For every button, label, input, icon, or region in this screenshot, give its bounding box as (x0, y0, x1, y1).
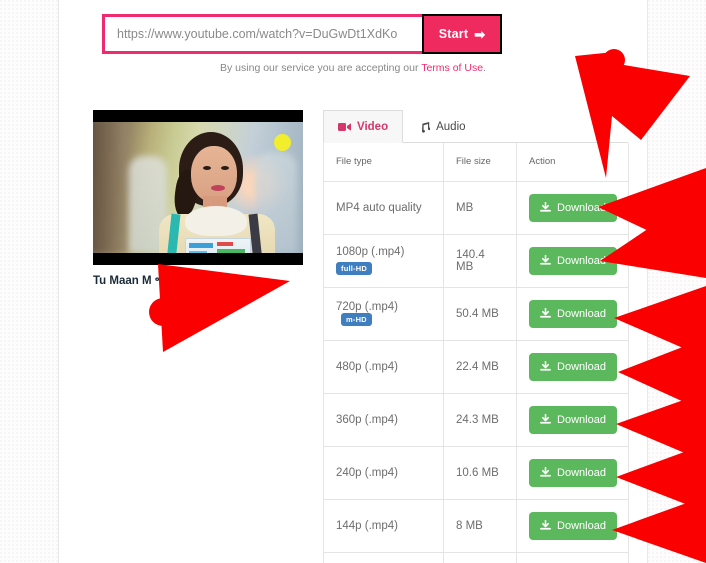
cell-file-size: 140.4 MB (443, 234, 517, 288)
table-row: 240p (.mp4) 10.6 MB Download (323, 446, 629, 500)
cell-file-size (443, 552, 517, 563)
cell-file-size: 50.4 MB (443, 287, 517, 341)
tab-video-label: Video (357, 120, 389, 133)
file-type-label: 360p (.mp4) (336, 413, 399, 426)
terms-notice: By using our service you are accepting o… (0, 62, 706, 74)
cell-action: Download (516, 181, 629, 235)
cell-file-type: 480p (.mp4) (323, 340, 444, 394)
downloads-table: File type File size Action MP4 auto qual… (323, 143, 629, 563)
download-button-label: Download (557, 307, 606, 320)
terms-prefix: By using our service you are accepting o… (220, 62, 422, 74)
download-button[interactable]: Download (529, 193, 617, 222)
url-form: Start ➡ (102, 14, 502, 54)
downloads-table-body: MP4 auto quality MB Download 1080p (.mp4… (323, 181, 629, 563)
file-type-label: 480p (.mp4) (336, 360, 399, 373)
download-panel: Video Audio File type File size Action M… (323, 110, 629, 563)
cell-action: Download (516, 393, 629, 447)
header-file-size: File size (443, 143, 517, 182)
table-row: 360p (.mp4) 24.3 MB Download (323, 393, 629, 447)
cell-file-type: 240p (.mp4) (323, 446, 444, 500)
cell-file-size: 10.6 MB (443, 446, 517, 500)
video-thumbnail[interactable] (93, 110, 303, 265)
file-type-label: 240p (.mp4) (336, 466, 399, 479)
quality-badge: m-HD (341, 313, 372, 326)
video-info-column: Tu Maan M ॰| Khairul & M (93, 110, 303, 289)
tab-audio-label: Audio (436, 121, 466, 133)
header-file-type: File type (323, 143, 444, 182)
video-url-input[interactable] (102, 14, 422, 54)
cell-action: Download (516, 340, 629, 394)
download-button-label: Download (557, 413, 606, 426)
download-button[interactable]: Download (529, 458, 617, 487)
table-row: 720p (.mp4)m-HD 50.4 MB Download (323, 287, 629, 341)
download-button[interactable]: Download (529, 405, 617, 434)
table-header-row: File type File size Action (323, 143, 629, 182)
terms-suffix: . (483, 62, 486, 74)
file-type-label: 1080p (.mp4) (336, 246, 405, 258)
cell-file-type: 1080p (.mp4) full-HD (323, 234, 444, 288)
download-button-label: Download (557, 519, 606, 532)
table-row (323, 552, 629, 563)
download-button-label: Download (557, 360, 606, 373)
file-type-label: 144p (.mp4) (336, 519, 399, 532)
terms-of-use-link[interactable]: Terms of Use (421, 62, 483, 74)
download-button-label: Download (557, 201, 606, 214)
file-type-label: MP4 auto quality (336, 201, 422, 214)
table-row: 480p (.mp4) 22.4 MB Download (323, 340, 629, 394)
cell-file-type (323, 552, 444, 563)
cell-file-type: 360p (.mp4) (323, 393, 444, 447)
right-arrow-icon: ➡ (474, 26, 486, 42)
cell-action (516, 552, 629, 563)
cell-action: Download (516, 234, 629, 288)
table-row: 1080p (.mp4) full-HD 140.4 MB Download (323, 234, 629, 288)
cell-action: Download (516, 446, 629, 500)
cell-file-size: 22.4 MB (443, 340, 517, 394)
header-action: Action (516, 143, 629, 182)
tab-audio[interactable]: Audio (403, 110, 480, 143)
thumbnail-image (93, 122, 303, 253)
media-type-tabs: Video Audio (323, 110, 628, 143)
table-row: 144p (.mp4) 8 MB Download (323, 499, 629, 553)
download-button[interactable]: Download (529, 511, 617, 540)
music-note-icon (418, 121, 431, 133)
cell-file-size: MB (443, 181, 517, 235)
tab-video[interactable]: Video (323, 110, 404, 143)
cell-action: Download (516, 287, 629, 341)
video-camera-icon (338, 122, 351, 132)
cell-file-type: MP4 auto quality (323, 181, 444, 235)
quality-badge: full-HD (336, 262, 372, 275)
cell-file-type: 144p (.mp4) (323, 499, 444, 553)
file-type-label: 720p (.mp4) (336, 301, 399, 313)
download-button-label: Download (557, 466, 606, 479)
video-title: Tu Maan M ॰| Khairul & M (93, 275, 230, 287)
start-button-label: Start (438, 27, 469, 41)
cell-file-type: 720p (.mp4)m-HD (323, 287, 444, 341)
download-button[interactable]: Download (529, 246, 617, 275)
table-row: MP4 auto quality MB Download (323, 181, 629, 235)
cell-file-size: 24.3 MB (443, 393, 517, 447)
sun-highlight (274, 134, 291, 151)
cell-file-size: 8 MB (443, 499, 517, 553)
download-button[interactable]: Download (529, 352, 617, 381)
download-button[interactable]: Download (529, 299, 617, 328)
cell-action: Download (516, 499, 629, 553)
start-button[interactable]: Start ➡ (422, 14, 502, 54)
download-button-label: Download (557, 254, 606, 267)
